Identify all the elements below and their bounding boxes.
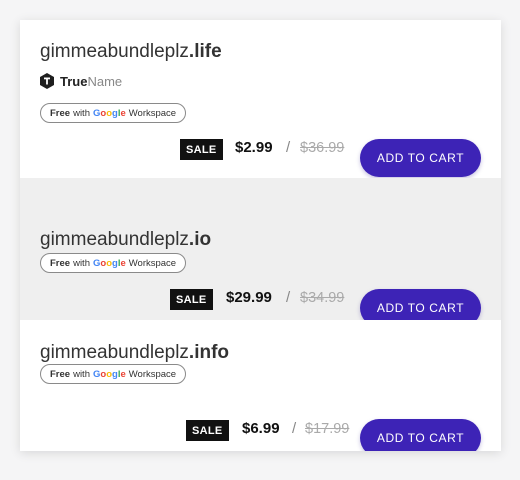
domain-row-info: gimmeabundleplz.info Free with Google Wo…	[20, 320, 501, 451]
sale-price: $29.99	[226, 289, 272, 306]
domain-row-io: gimmeabundleplz.io Free with Google Work…	[20, 178, 501, 327]
truename-logo-icon	[40, 73, 54, 89]
badge-product: Workspace	[128, 107, 177, 119]
domain-title[interactable]: gimmeabundleplz.life	[40, 41, 222, 63]
domain-tld: .io	[188, 229, 212, 250]
price-separator: /	[292, 420, 297, 437]
original-price: $36.99	[300, 140, 345, 156]
badge-product: Workspace	[128, 257, 177, 269]
domain-name: gimmeabundleplz	[40, 342, 189, 363]
google-workspace-badge: Free with Google Workspace	[40, 103, 187, 123]
domain-name: gimmeabundleplz	[40, 41, 189, 62]
domain-title[interactable]: gimmeabundleplz.io	[40, 229, 211, 251]
google-workspace-badge: Free with Google Workspace	[40, 364, 187, 384]
domain-tld: .life	[188, 41, 222, 62]
original-price: $34.99	[300, 290, 345, 306]
badge-free: Free	[50, 257, 71, 269]
badge-with: with	[73, 107, 90, 119]
google-wordmark: Google	[92, 107, 126, 119]
registrar-name-strong: True	[60, 73, 88, 89]
price-separator: /	[286, 289, 291, 306]
add-to-cart-button[interactable]: ADD TO CART	[360, 419, 481, 451]
domain-title[interactable]: gimmeabundleplz.info	[40, 342, 229, 364]
domain-results-card: gimmeabundleplz.life TrueName Free with …	[20, 20, 501, 451]
add-to-cart-button[interactable]: ADD TO CART	[360, 139, 481, 177]
badge-free: Free	[50, 107, 71, 119]
google-workspace-badge: Free with Google Workspace	[40, 253, 187, 273]
badge-product: Workspace	[128, 368, 177, 380]
sale-badge: SALE	[186, 420, 229, 441]
domain-tld: .info	[188, 342, 230, 363]
domain-name: gimmeabundleplz	[40, 229, 189, 250]
sale-badge: SALE	[170, 289, 213, 310]
google-wordmark: Google	[92, 368, 126, 380]
registrar-name-light: Name	[87, 73, 123, 89]
registrar-logo: TrueName	[40, 71, 122, 91]
badge-with: with	[73, 257, 90, 269]
registrar-name: TrueName	[60, 74, 122, 89]
sale-price: $6.99	[242, 420, 280, 437]
price-separator: /	[286, 139, 291, 156]
sale-badge: SALE	[180, 139, 223, 160]
domain-row-life: gimmeabundleplz.life TrueName Free with …	[20, 20, 501, 178]
sale-price: $2.99	[235, 139, 273, 156]
badge-free: Free	[50, 368, 71, 380]
google-wordmark: Google	[92, 257, 126, 269]
original-price: $17.99	[305, 421, 350, 437]
badge-with: with	[73, 368, 90, 380]
